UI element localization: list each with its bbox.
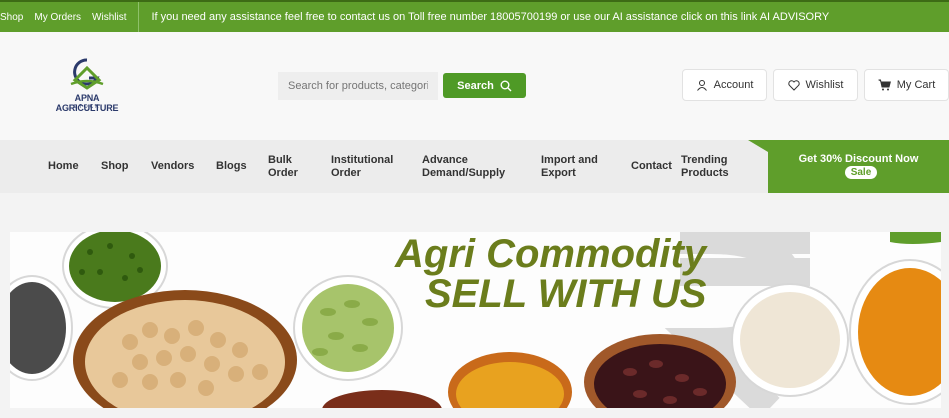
nav-vendors[interactable]: Vendors: [151, 140, 194, 193]
assistance-notice[interactable]: If you need any assistance feel free to …: [139, 11, 829, 23]
cart-icon: [878, 79, 891, 91]
nav-shop[interactable]: Shop: [101, 140, 129, 193]
promo-text: Get 30% Discount Now: [798, 153, 919, 165]
search-button[interactable]: Search: [443, 73, 526, 98]
search-icon: [500, 80, 512, 91]
nav-import-export[interactable]: Import and Export: [541, 140, 598, 193]
brand-name: APNA AGRICULTURE: [55, 93, 119, 113]
search-input[interactable]: [278, 72, 438, 100]
search-button-label: Search: [457, 79, 494, 92]
discount-promo[interactable]: Get 30% Discount Now Sale: [748, 140, 949, 193]
cart-button[interactable]: My Cart: [864, 69, 949, 101]
brand-subtitle: STOCK: [73, 104, 101, 110]
nav-institutional-order[interactable]: Institutional Order: [331, 140, 393, 193]
nav-contact[interactable]: Contact: [631, 140, 672, 193]
banner-headline-line1: Agri Commodity: [395, 232, 707, 276]
nav-blogs[interactable]: Blogs: [216, 140, 247, 193]
user-icon: [696, 80, 707, 91]
top-link-shop[interactable]: Shop: [0, 12, 23, 23]
hero-banner[interactable]: Agri Commodity SELL WITH US: [10, 232, 941, 408]
nav-home[interactable]: Home: [48, 140, 79, 193]
header: APNA AGRICULTURE STOCK Search Account Wi…: [0, 32, 949, 140]
cart-label: My Cart: [896, 79, 936, 91]
heart-icon: [787, 79, 800, 91]
account-label: Account: [713, 79, 754, 91]
nav-bulk-order[interactable]: Bulk Order: [268, 140, 298, 193]
search-bar: Search: [278, 72, 528, 100]
wishlist-button[interactable]: Wishlist: [773, 69, 858, 101]
top-link-wishlist[interactable]: Wishlist: [92, 12, 126, 23]
nav-advance-demand-supply[interactable]: Advance Demand/Supply: [422, 140, 505, 193]
account-button[interactable]: Account: [682, 69, 767, 101]
top-links: Shop My Orders Wishlist: [0, 2, 140, 32]
nav-trending-products[interactable]: Trending Products: [681, 140, 729, 193]
sale-badge: Sale: [845, 166, 877, 179]
top-link-my-orders[interactable]: My Orders: [34, 12, 81, 23]
banner-headline-line2: SELL WITH US: [425, 272, 707, 316]
wishlist-label: Wishlist: [805, 79, 844, 91]
top-bar: Shop My Orders Wishlist If you need any …: [0, 0, 949, 32]
